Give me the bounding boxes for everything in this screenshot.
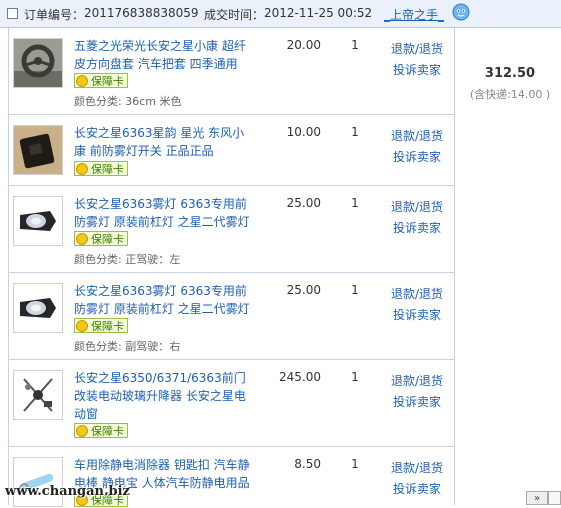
order-time: 2012-11-25 00:52 (264, 6, 373, 20)
corner-panel-button[interactable] (548, 491, 561, 505)
spec-label: 颜色分类: (74, 340, 122, 353)
static-eliminator-keychain-image[interactable] (13, 457, 63, 507)
item-spec: 颜色分类: 36cm 米色 (74, 93, 181, 109)
refund-return-link[interactable]: 退款/退货 (382, 198, 452, 215)
complain-seller-link[interactable]: 投诉卖家 (382, 219, 452, 236)
wangwang-chat-icon[interactable] (452, 3, 470, 21)
order-item-row: 长安之星6350/6371/6363前门改装电动玻璃升降器 长安之星电动窗 保障… (8, 360, 455, 447)
refund-return-link[interactable]: 退款/退货 (382, 459, 452, 476)
order-item-row: 长安之星6363雾灯 6363专用前防雾灯 原装前杠灯 之星二代雾灯 保障卡 颜… (8, 186, 455, 273)
order-header: 订单编号： 201176838838059 成交时间： 2012-11-25 0… (0, 0, 561, 28)
site-watermark: www.changan.biz (5, 484, 130, 499)
order-total: 312.50 (484, 66, 536, 81)
guarantee-card-badge[interactable]: 保障卡 (74, 161, 128, 176)
guarantee-badge-label: 保障卡 (91, 320, 124, 333)
order-time-label: 成交时间： (204, 8, 265, 22)
item-quantity: 1 (351, 457, 359, 471)
item-title-link[interactable]: 长安之星6363雾灯 6363专用前防雾灯 原装前杠灯 之星二代雾灯 (74, 282, 256, 318)
order-shipping: (含快递:14.00 ) (469, 88, 551, 101)
item-title-link[interactable]: 五菱之光荣光长安之星小康 超纤皮方向盘套 汽车把套 四季通用 (74, 37, 256, 73)
item-quantity: 1 (351, 283, 359, 297)
order-item-row: 长安之星6363星韵 星光 东风小康 前防雾灯开关 正品正品 保障卡 10.00… (8, 115, 455, 186)
order-number: 201176838838059 (84, 6, 199, 20)
item-price: 8.50 (294, 457, 321, 471)
item-spec: 颜色分类: 副驾驶：右 (74, 338, 180, 354)
refund-return-link[interactable]: 退款/退货 (382, 372, 452, 389)
order-select-checkbox[interactable] (7, 8, 18, 19)
guarantee-card-badge[interactable]: 保障卡 (74, 423, 128, 438)
spec-label: 颜色分类: (74, 253, 122, 266)
order-number-label: 订单编号： (24, 8, 85, 22)
item-title-link[interactable]: 长安之星6363星韵 星光 东风小康 前防雾灯开关 正品正品 (74, 124, 256, 160)
guarantee-card-badge[interactable]: 保障卡 (74, 73, 128, 88)
fog-light-switch-image[interactable] (13, 125, 63, 175)
item-title-link[interactable]: 长安之星6350/6371/6363前门改装电动玻璃升降器 长安之星电动窗 (74, 369, 256, 423)
guarantee-badge-label: 保障卡 (91, 163, 124, 176)
item-price: 25.00 (286, 283, 321, 297)
item-quantity: 1 (351, 125, 359, 139)
complain-seller-link[interactable]: 投诉卖家 (382, 480, 452, 497)
complain-seller-link[interactable]: 投诉卖家 (382, 393, 452, 410)
item-spec: 颜色分类: 正驾驶：左 (74, 251, 180, 267)
window-regulator-image[interactable] (13, 370, 63, 420)
guarantee-icon (76, 233, 88, 245)
guarantee-badge-label: 保障卡 (91, 75, 124, 88)
item-price: 10.00 (286, 125, 321, 139)
spec-value: 36cm 米色 (125, 95, 182, 108)
fog-lamp-image[interactable] (13, 283, 63, 333)
fog-lamp-image[interactable] (13, 196, 63, 246)
expand-chevron-icon[interactable]: » (526, 491, 548, 505)
item-quantity: 1 (351, 38, 359, 52)
item-title-link[interactable]: 长安之星6363雾灯 6363专用前防雾灯 原装前杠灯 之星二代雾灯 (74, 195, 256, 231)
item-quantity: 1 (351, 370, 359, 384)
guarantee-badge-label: 保障卡 (91, 233, 124, 246)
item-price: 245.00 (279, 370, 321, 384)
complain-seller-link[interactable]: 投诉卖家 (382, 148, 452, 165)
guarantee-card-badge[interactable]: 保障卡 (74, 231, 128, 246)
spec-value: 正驾驶：左 (125, 253, 181, 266)
guarantee-badge-label: 保障卡 (91, 425, 124, 438)
item-price: 25.00 (286, 196, 321, 210)
guarantee-icon (76, 425, 88, 437)
refund-return-link[interactable]: 退款/退货 (382, 40, 452, 57)
complain-seller-link[interactable]: 投诉卖家 (382, 306, 452, 323)
spec-label: 颜色分类: (74, 95, 122, 108)
complain-seller-link[interactable]: 投诉卖家 (382, 61, 452, 78)
guarantee-icon (76, 163, 88, 175)
item-price: 20.00 (286, 38, 321, 52)
refund-return-link[interactable]: 退款/退货 (382, 285, 452, 302)
item-quantity: 1 (351, 196, 359, 210)
seller-link[interactable]: _上帝之手_ (384, 6, 444, 23)
refund-return-link[interactable]: 退款/退货 (382, 127, 452, 144)
steering-wheel-cover-image[interactable] (13, 38, 63, 88)
order-item-row: 五菱之光荣光长安之星小康 超纤皮方向盘套 汽车把套 四季通用 保障卡 颜色分类:… (8, 28, 455, 115)
guarantee-icon (76, 75, 88, 87)
order-item-row: 长安之星6363雾灯 6363专用前防雾灯 原装前杠灯 之星二代雾灯 保障卡 颜… (8, 273, 455, 360)
guarantee-icon (76, 320, 88, 332)
guarantee-card-badge[interactable]: 保障卡 (74, 318, 128, 333)
spec-value: 副驾驶：右 (125, 340, 181, 353)
order-items-table: 312.50 (含快递:14.00 ) 五菱之光荣光长安之星小康 超纤皮方向盘套… (0, 28, 561, 507)
